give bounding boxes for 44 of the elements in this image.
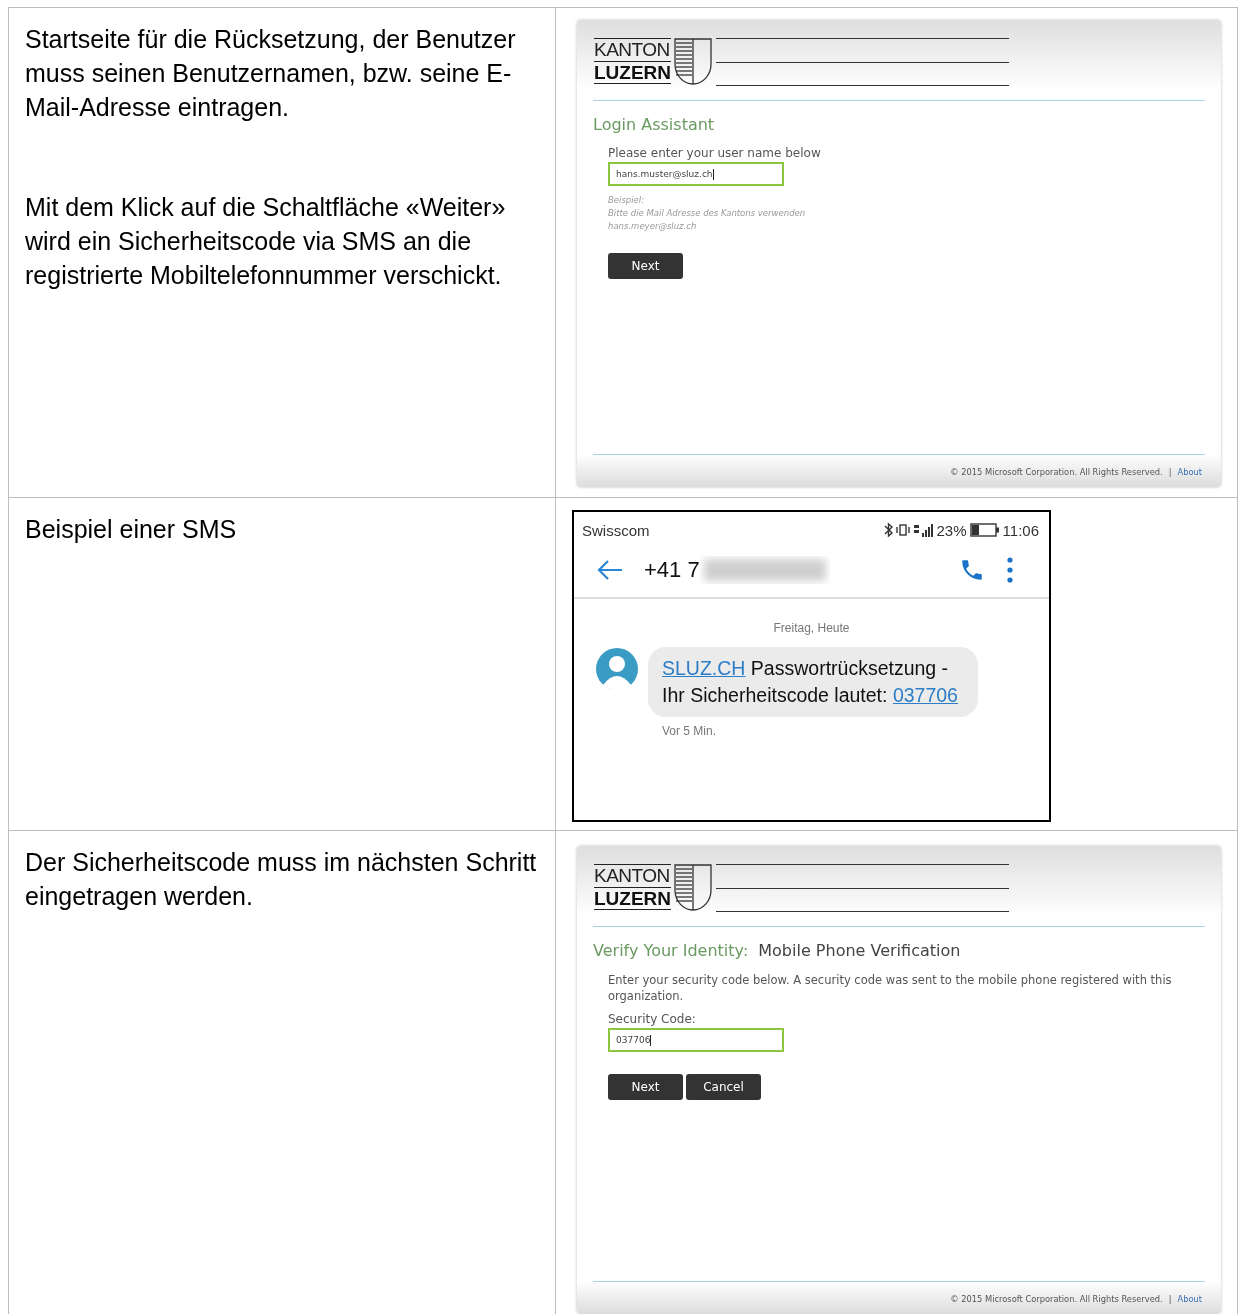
page-subtitle: Mobile Phone Verification — [758, 941, 961, 960]
copyright-text: © 2015 Microsoft Corporation. All Rights Reserved. — [950, 1294, 1163, 1304]
input-field[interactable]: hans.muster@sluz.ch — [608, 162, 784, 186]
hint-text: hans.meyer@sluz.ch — [608, 220, 698, 233]
form-button[interactable]: Cancel — [686, 1074, 761, 1100]
logo-word: KANTON — [594, 864, 672, 887]
shield-icon — [673, 38, 714, 86]
status-icons-drawing — [883, 522, 934, 538]
page-title: Login Assistant — [593, 115, 715, 134]
hint-text: Bitte die Mail Adresse des Kantons verwenden — [608, 207, 807, 220]
code-link[interactable]: 037706 — [892, 682, 958, 709]
logo-word: KANTON — [594, 38, 672, 61]
battery-icon — [969, 523, 1000, 537]
separator-text: | — [1168, 467, 1172, 477]
shield-icon — [673, 864, 714, 912]
clock-time: 11:06 — [1002, 521, 1039, 539]
description-text: Der Sicherheitscode muss im nächsten Schritt eingetragen werden. — [25, 847, 537, 912]
instruction-text: Enter your security code below. A security code was sent to the mobile phone registered with this organization. — [608, 972, 1173, 1004]
battery-percent: 23% — [936, 521, 967, 539]
field-label: Please enter your user name below — [608, 146, 822, 160]
description-text: Startseite für die Rücksetzung, der Benutzer muss seinen Benutzernamen, bzw. seine E-Mail-Adresse eintragen. — [25, 24, 517, 123]
about-link[interactable]: About — [1177, 1294, 1202, 1304]
logo-word: LUZERN — [594, 61, 672, 84]
message-text: SLUZ.CH Passwortrücksetzung - Ihr Sicherheitscode lautet: 037706 — [662, 655, 967, 709]
page-title: Verify Your Identity: — [593, 941, 749, 960]
field-label: Security Code: — [608, 1012, 697, 1026]
logo-word: LUZERN — [594, 887, 672, 910]
sender-link[interactable]: SLUZ.CH — [662, 657, 746, 679]
input-field[interactable]: 037706 — [608, 1028, 784, 1052]
separator-text: | — [1168, 1294, 1172, 1304]
about-link[interactable]: About — [1177, 467, 1202, 477]
contact-number: +41 7 — [644, 556, 700, 583]
description-text: Beispiel einer SMS — [25, 514, 238, 545]
hint-text: Beispiel: — [608, 194, 646, 207]
back-arrow-icon[interactable] — [596, 558, 624, 581]
more-options-icon[interactable] — [1005, 555, 1015, 584]
avatar-icon — [595, 647, 639, 691]
message-age: Vor 5 Min. — [661, 723, 718, 738]
form-button[interactable]: Next — [608, 1074, 683, 1100]
date-label: Freitag, Heute — [772, 621, 851, 635]
description-text: Mit dem Klick auf die Schaltfläche «Weiter» wird ein Sicherheitscode via SMS an die registrierte Mobiltelefonnummer verschickt. — [25, 192, 507, 291]
carrier-name: Swisscom — [582, 521, 650, 539]
copyright-text: © 2015 Microsoft Corporation. All Rights Reserved. — [950, 467, 1163, 477]
form-button[interactable]: Next — [608, 253, 683, 279]
